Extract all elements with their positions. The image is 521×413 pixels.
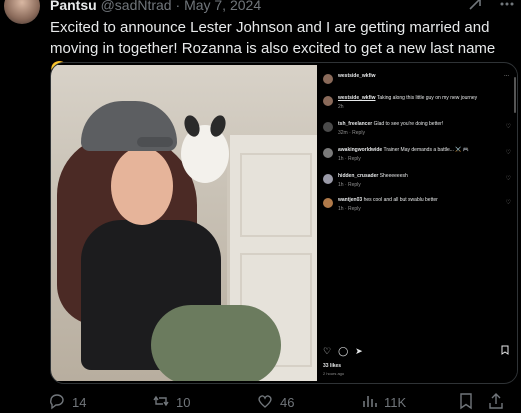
send-icon[interactable]: ➤	[355, 346, 363, 357]
plush-toy	[181, 113, 229, 183]
comment-meta: 32m · Reply	[338, 130, 365, 136]
avatar[interactable]	[323, 148, 333, 158]
comment-icon[interactable]: ◯	[338, 346, 348, 357]
instagram-panel: westside_wkfiw ··· westside_wkfiw Taking…	[317, 65, 517, 381]
comment-text: Trainer May demands a battle... ⚔️ 🎮	[383, 147, 470, 153]
list-item: westside_wkfiw Taking along this little …	[323, 95, 509, 110]
list-item: wantjen03 hes cool and all but swablu be…	[323, 197, 509, 212]
avatar[interactable]	[323, 174, 333, 184]
avatar[interactable]	[323, 122, 333, 132]
display-name[interactable]: Pantsu	[50, 0, 97, 13]
more-icon[interactable]	[499, 0, 515, 16]
handle[interactable]: @sadNtrad	[101, 0, 172, 13]
views-icon	[360, 392, 378, 413]
tweet-action-bar: 14 10 46 11K	[48, 392, 518, 413]
tweet-header: Pantsu @sadNtrad · May 7, 2024	[50, 0, 261, 13]
face	[111, 147, 173, 225]
share-button[interactable]	[488, 392, 518, 413]
reply-count: 14	[72, 395, 87, 410]
comment-like-icon[interactable]: ♡	[506, 123, 511, 130]
bookmark-button[interactable]	[458, 392, 488, 413]
avatar[interactable]	[323, 198, 333, 208]
comment-meta: 2h	[338, 104, 344, 110]
likes-count[interactable]: 33 likes	[323, 363, 341, 369]
comment-text: Sheeeeeesh	[379, 173, 408, 179]
retweet-button[interactable]: 10	[152, 392, 256, 413]
list-item: awakingworldwide Trainer May demands a b…	[323, 147, 509, 162]
comment-user[interactable]: wantjen03	[338, 197, 362, 203]
comment-meta: 1h · Reply	[338, 206, 361, 212]
ig-header-user[interactable]: westside_wkfiw	[338, 73, 376, 79]
pants	[151, 305, 281, 381]
like-button[interactable]: 46	[256, 392, 360, 413]
comment-like-icon[interactable]: ♡	[506, 149, 511, 156]
cap-brim	[137, 137, 173, 147]
author-avatar[interactable]	[4, 0, 40, 24]
bookmark-icon	[458, 392, 474, 413]
comment-like-icon[interactable]: ♡	[506, 175, 511, 182]
comment-user[interactable]: westside_wkfiw	[338, 95, 376, 101]
views-button[interactable]: 11K	[360, 392, 458, 413]
ig-header: westside_wkfiw ···	[323, 73, 509, 84]
comment-meta: 1h · Reply	[338, 182, 361, 188]
comment-like-icon[interactable]: ♡	[506, 199, 511, 206]
grok-icon[interactable]	[467, 0, 483, 16]
comment-user[interactable]: awakingworldwide	[338, 147, 382, 153]
post-time: 2 hours ago	[323, 371, 345, 376]
comment-user[interactable]: hidden_crusader	[338, 173, 378, 179]
tweet-date[interactable]: May 7, 2024	[184, 0, 261, 13]
avatar[interactable]	[323, 96, 333, 106]
share-icon	[488, 392, 504, 413]
list-item: tsh_freelancer Glad to see you're doing …	[323, 121, 509, 136]
retweet-count: 10	[176, 395, 191, 410]
heart-icon	[256, 392, 274, 413]
scrollbar[interactable]	[514, 77, 516, 113]
comment-text: Taking along this little guy on my new j…	[376, 95, 478, 101]
tweet-top-actions	[467, 0, 515, 16]
comment-text: Glad to see you're doing better!	[373, 121, 444, 127]
separator: ·	[175, 0, 181, 13]
tweet-media[interactable]: westside_wkfiw ··· westside_wkfiw Taking…	[50, 62, 518, 384]
reply-icon	[48, 392, 66, 413]
like-count: 46	[280, 395, 295, 410]
selfie-photo	[51, 65, 317, 381]
reply-button[interactable]: 14	[48, 392, 152, 413]
avatar[interactable]	[323, 74, 333, 84]
views-count: 11K	[384, 395, 407, 410]
ig-actions: ♡ ◯ ➤	[323, 346, 363, 357]
comment-text: hes cool and all but swablu better	[363, 197, 438, 203]
bookmark-icon[interactable]	[501, 345, 509, 357]
ig-more-icon[interactable]: ···	[504, 73, 509, 79]
retweet-icon	[152, 392, 170, 413]
comment-user[interactable]: tsh_freelancer	[338, 121, 372, 127]
list-item: hidden_crusader Sheeeeeesh 1h · Reply	[323, 173, 509, 188]
heart-icon[interactable]: ♡	[323, 346, 331, 357]
comment-meta: 1h · Reply	[338, 156, 361, 162]
